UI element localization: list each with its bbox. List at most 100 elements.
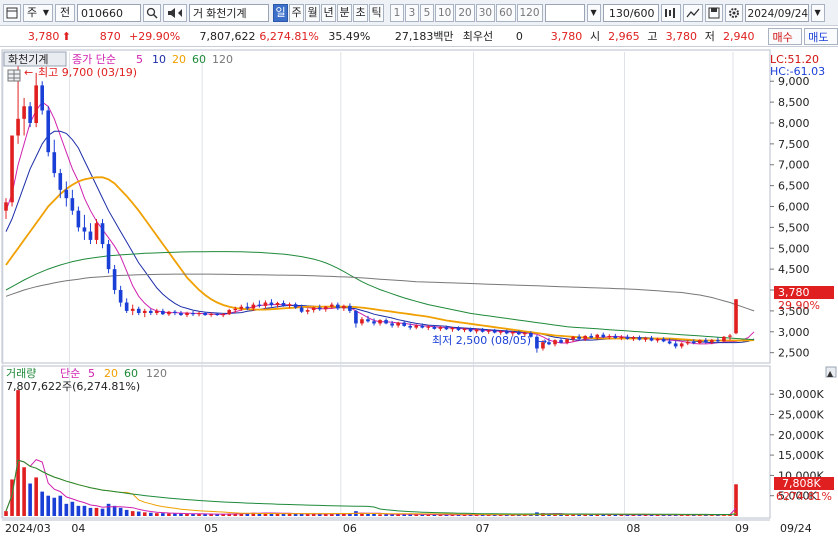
- candle-body: [679, 343, 684, 347]
- low-annotation-arrow: →: [538, 335, 547, 348]
- price-ma-5: 5: [136, 53, 143, 66]
- candle-body: [94, 223, 99, 240]
- candle-body: [722, 336, 726, 342]
- x-axis-label: 06: [343, 522, 357, 535]
- candle-body: [450, 328, 455, 330]
- stock-name: 화천기계: [206, 6, 247, 20]
- candle-body: [215, 313, 219, 316]
- period-tab-2[interactable]: 월: [305, 3, 320, 22]
- candle-body: [691, 341, 696, 344]
- candle-body: [329, 304, 334, 307]
- price-ma-10: 10: [152, 53, 166, 66]
- period-tab-1[interactable]: 주: [289, 3, 304, 22]
- interval-tab-1[interactable]: 1: [390, 3, 404, 22]
- price-axis-label: 3,000: [778, 326, 810, 339]
- crosshair-icon[interactable]: [660, 3, 681, 22]
- candle-body: [173, 311, 177, 313]
- buy-button[interactable]: 매수: [768, 27, 803, 45]
- candle-body: [366, 319, 370, 322]
- period-tab-6[interactable]: 틱: [369, 3, 384, 22]
- candle-body: [595, 334, 600, 338]
- period-tab-3[interactable]: 년: [321, 3, 336, 22]
- volume-bar: [58, 495, 63, 516]
- current-price-tag: 3,780: [778, 286, 810, 299]
- period-tab-4[interactable]: 분: [337, 3, 352, 22]
- market-mode-select[interactable]: 주 ▼: [23, 3, 53, 22]
- calendar-dropdown-icon[interactable]: ▼: [810, 3, 825, 22]
- count-field[interactable]: 130 /600: [602, 3, 659, 22]
- candle-body: [474, 329, 479, 332]
- candle-body: [547, 342, 551, 345]
- volume-bar: [167, 513, 171, 516]
- candle-body: [390, 323, 394, 326]
- chart-area[interactable]: 9,000 8,500 8,000 7,500 7,000 6,500 6,000 5,500…: [0, 47, 838, 540]
- candle-body: [28, 106, 32, 123]
- candle-body: [408, 325, 413, 328]
- candle-body: [462, 328, 467, 331]
- stock-name-field[interactable]: 거 화천기계: [189, 3, 269, 22]
- candle-body: [124, 302, 129, 311]
- current-pct-tag: 29.90%: [778, 299, 820, 312]
- volume-axis-label: 20,000K: [778, 429, 824, 442]
- volume-bar: [142, 512, 147, 516]
- chart-settings-icon[interactable]: [3, 3, 21, 22]
- quote-bar: 3,780 ⬆ 870 +29.90% 7,807,622 6,274.81% …: [0, 26, 838, 47]
- candle-body: [263, 302, 268, 306]
- stock-chart[interactable]: 9,0008,5008,0007,5007,0006,5006,0005,500…: [0, 47, 838, 540]
- candle-body: [498, 331, 503, 333]
- volume-ma-5: 5: [88, 367, 95, 380]
- interval-input[interactable]: [544, 3, 585, 22]
- candle-body: [46, 110, 51, 153]
- search-icon[interactable]: [143, 3, 161, 22]
- candle-body: [311, 307, 316, 311]
- candle-body: [643, 338, 648, 340]
- volume-bar: [64, 503, 69, 516]
- line-tools-icon[interactable]: [682, 3, 703, 22]
- volume-bar: [384, 514, 388, 516]
- speaker-nav-icon[interactable]: [163, 3, 187, 22]
- volume-bar: [106, 503, 111, 516]
- x-axis-label: 04: [71, 522, 85, 535]
- stock-code-input[interactable]: 010660: [77, 3, 141, 22]
- candle-body: [82, 227, 87, 232]
- price-panel-title: 화천기계: [8, 52, 48, 66]
- period-tab-0[interactable]: 일: [273, 3, 288, 22]
- sell-button[interactable]: 매도: [804, 27, 838, 45]
- candle-body: [372, 321, 376, 324]
- interval-tabs: 1 3 5 10 20 30 60 120: [390, 3, 543, 22]
- interval-tab-5[interactable]: 5: [420, 3, 434, 22]
- volume-bar: [118, 507, 123, 516]
- volume-bar: [173, 513, 177, 516]
- volume-bar: [40, 491, 45, 516]
- price-axis-label: 8,500: [778, 96, 810, 109]
- chevron-down-icon: ▼: [42, 7, 49, 17]
- volume-bar: [155, 513, 159, 516]
- candle-body: [673, 343, 678, 347]
- candle-body: [402, 322, 406, 326]
- interval-tab-3[interactable]: 3: [405, 3, 419, 22]
- candle-body: [456, 328, 461, 331]
- interval-dropdown-icon[interactable]: ▼: [586, 3, 601, 22]
- volume-pct-tag: 6274.81%: [776, 490, 832, 503]
- interval-tab-60[interactable]: 60: [496, 3, 516, 22]
- open-label: 시: [589, 30, 601, 43]
- candle-body: [70, 198, 75, 211]
- prev-button[interactable]: 전: [55, 3, 75, 22]
- interval-tab-120[interactable]: 120: [516, 3, 543, 22]
- high-label: 고: [647, 30, 658, 43]
- volume-bar: [734, 484, 738, 516]
- interval-tab-20[interactable]: 20: [455, 3, 475, 22]
- period-tab-5[interactable]: 초: [353, 3, 368, 22]
- candle-body: [221, 314, 225, 316]
- interval-tab-10[interactable]: 10: [435, 3, 455, 22]
- candle-body: [685, 341, 690, 344]
- candle-body: [161, 310, 165, 315]
- gear-icon[interactable]: [724, 3, 743, 22]
- date-field[interactable]: 2024/09/24: [744, 3, 809, 22]
- high-annotation-arrow: ←: [24, 66, 33, 79]
- interval-tab-30[interactable]: 30: [475, 3, 496, 22]
- save-icon[interactable]: [704, 3, 723, 22]
- candle-body: [625, 336, 630, 339]
- candle-body: [486, 330, 491, 332]
- candle-body: [444, 327, 449, 330]
